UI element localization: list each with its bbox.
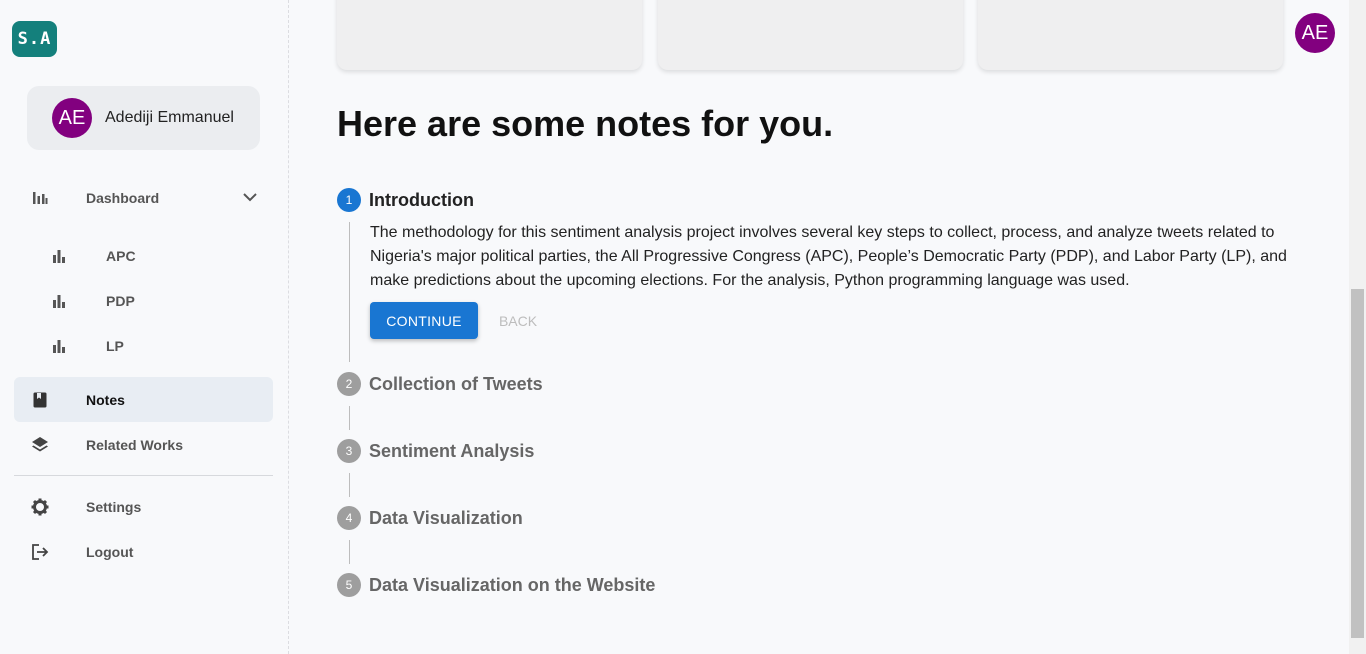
sidebar-item-label: Settings bbox=[86, 498, 142, 515]
step-sentiment-analysis[interactable]: 3 Sentiment Analysis bbox=[337, 439, 534, 463]
chevron-down-icon[interactable] bbox=[243, 189, 257, 207]
sidebar-item-dashboard[interactable]: Dashboard bbox=[14, 175, 273, 220]
sidebar-divider bbox=[14, 475, 273, 476]
step-connector bbox=[349, 540, 350, 564]
book-icon bbox=[31, 391, 49, 409]
sidebar-item-apc[interactable]: APC bbox=[34, 236, 254, 276]
sidebar-item-settings[interactable]: Settings bbox=[14, 484, 273, 529]
step-connector bbox=[349, 406, 350, 430]
sidebar-item-label: Logout bbox=[86, 543, 134, 560]
sidebar-item-lp[interactable]: LP bbox=[34, 326, 254, 366]
user-name: Adediji Emmanuel bbox=[105, 109, 234, 126]
step-number: 4 bbox=[337, 506, 361, 530]
step-number: 2 bbox=[337, 372, 361, 396]
bar-chart-icon bbox=[31, 189, 49, 207]
sidebar-item-label: APC bbox=[106, 248, 136, 264]
step-introduction[interactable]: 1 Introduction bbox=[337, 188, 474, 212]
logout-icon bbox=[31, 543, 49, 561]
avatar: AE bbox=[52, 98, 92, 138]
gear-icon bbox=[31, 498, 49, 516]
sidebar-item-related-works[interactable]: Related Works bbox=[14, 422, 273, 467]
bar-chart-icon bbox=[52, 249, 66, 263]
user-card[interactable]: AE Adediji Emmanuel bbox=[27, 86, 260, 150]
sidebar-item-label: LP bbox=[106, 338, 124, 354]
sidebar: S.A AE Adediji Emmanuel Dashboard APC PD… bbox=[0, 0, 289, 654]
sidebar-item-label: Dashboard bbox=[86, 189, 160, 206]
page-title: Here are some notes for you. bbox=[337, 103, 834, 144]
scrollbar[interactable] bbox=[1349, 0, 1366, 654]
summary-card-pdp bbox=[658, 0, 963, 70]
step-title: Data Visualization bbox=[369, 507, 523, 528]
step-number: 5 bbox=[337, 573, 361, 597]
sidebar-item-label: Notes bbox=[86, 391, 125, 408]
continue-button[interactable]: CONTINUE bbox=[370, 302, 478, 339]
sidebar-item-logout[interactable]: Logout bbox=[14, 529, 273, 574]
header-avatar[interactable]: AE bbox=[1295, 13, 1335, 53]
step-title: Sentiment Analysis bbox=[369, 440, 535, 461]
step-title: Data Visualization on the Website bbox=[369, 574, 656, 595]
back-button[interactable]: BACK bbox=[484, 302, 552, 339]
scrollbar-thumb[interactable] bbox=[1351, 289, 1364, 638]
sidebar-item-label: PDP bbox=[106, 293, 135, 309]
step-number: 3 bbox=[337, 439, 361, 463]
summary-card-apc bbox=[337, 0, 642, 70]
layers-icon bbox=[31, 436, 49, 454]
bar-chart-icon bbox=[52, 294, 66, 308]
app-logo[interactable]: S.A bbox=[12, 21, 57, 57]
sidebar-item-notes[interactable]: Notes bbox=[14, 377, 273, 422]
step-connector bbox=[349, 222, 350, 362]
sidebar-item-pdp[interactable]: PDP bbox=[34, 281, 254, 321]
summary-card-lp bbox=[978, 0, 1283, 70]
bar-chart-icon bbox=[52, 339, 66, 353]
step-title: Introduction bbox=[369, 189, 474, 210]
sidebar-item-label: Related Works bbox=[86, 436, 183, 453]
step-number: 1 bbox=[337, 188, 361, 212]
step-data-visualization-website[interactable]: 5 Data Visualization on the Website bbox=[337, 573, 655, 597]
step-content-text: The methodology for this sentiment analy… bbox=[370, 224, 1287, 289]
step-title: Collection of Tweets bbox=[369, 373, 543, 394]
step-collection-of-tweets[interactable]: 2 Collection of Tweets bbox=[337, 372, 543, 396]
step-data-visualization[interactable]: 4 Data Visualization bbox=[337, 506, 523, 530]
step-connector bbox=[349, 473, 350, 497]
